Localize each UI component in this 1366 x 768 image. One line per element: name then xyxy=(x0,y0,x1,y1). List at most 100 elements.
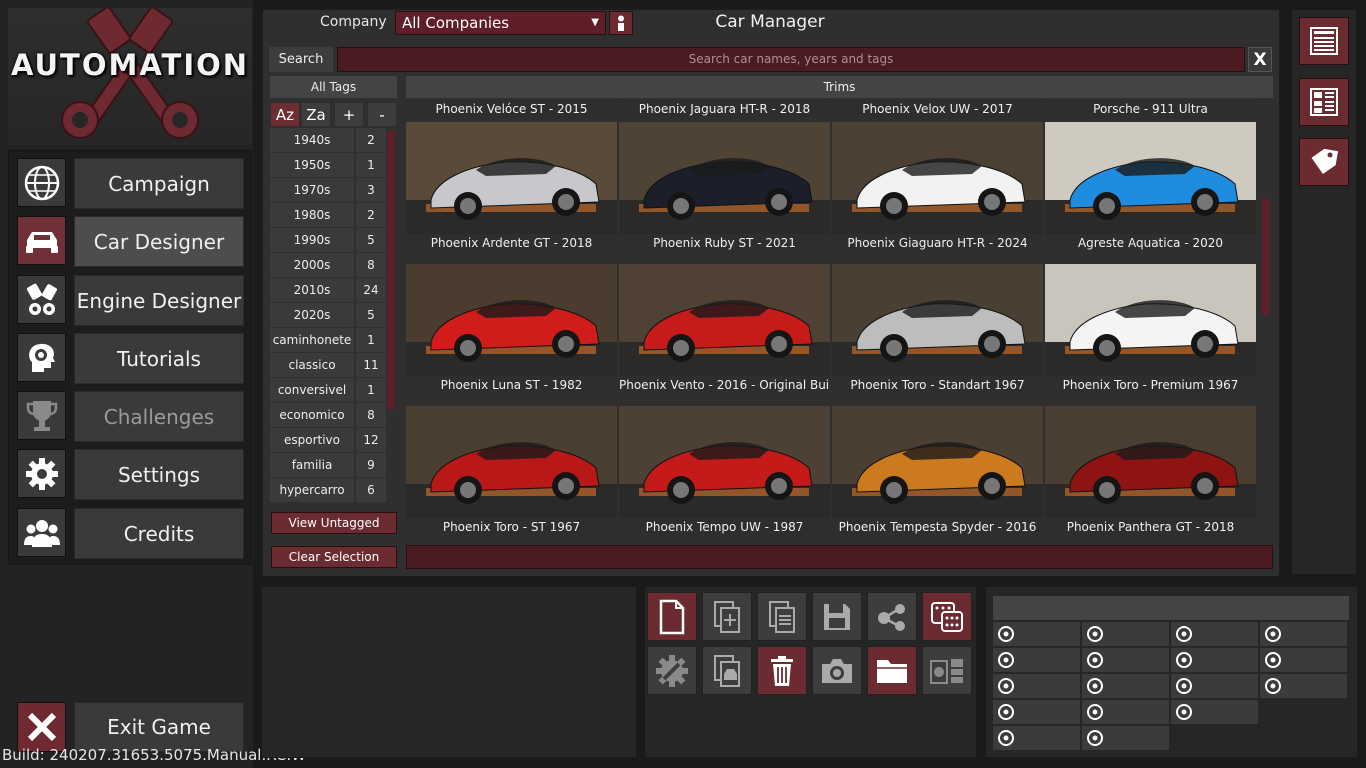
page-title: Car Manager xyxy=(715,12,825,32)
trim-label[interactable]: Phoenix Jaguara HT-R - 2018 xyxy=(619,100,830,118)
camera-icon[interactable] xyxy=(812,646,862,695)
car-tile[interactable]: Phoenix Vento - 2016 - Original Build xyxy=(619,264,830,394)
search-label: Search xyxy=(269,47,333,72)
detail-view-icon[interactable] xyxy=(1299,78,1349,126)
car-tile[interactable]: Phoenix Ardente GT - 2018 xyxy=(406,122,617,252)
company-dropdown-value: All Companies xyxy=(402,14,510,32)
company-dropdown[interactable]: All Companies ▼ xyxy=(395,11,606,35)
tag-row[interactable]: 1990s 5 xyxy=(270,228,386,252)
car-tile[interactable]: Phoenix Ruby ST - 2021 xyxy=(619,122,830,252)
tag-row[interactable]: caminhonete 1 xyxy=(270,328,386,352)
clear-selection-button[interactable]: Clear Selection xyxy=(271,546,397,568)
car-designer-button[interactable]: Car Designer xyxy=(74,216,244,267)
tag-name: economico xyxy=(270,403,354,427)
car-thumbnail xyxy=(619,406,830,520)
collapse-all-button[interactable]: - xyxy=(368,103,396,126)
search-clear-button[interactable]: X xyxy=(1248,47,1272,72)
car-name: Phoenix Toro - Premium 1967 xyxy=(1045,376,1256,394)
engine-icon[interactable] xyxy=(17,275,66,324)
tag-row[interactable]: 1940s 2 xyxy=(270,128,386,152)
tag-row[interactable]: 2020s 5 xyxy=(270,303,386,327)
tag-name: 1980s xyxy=(270,203,354,227)
tag-row[interactable]: classico 11 xyxy=(270,353,386,377)
tag-row[interactable]: hypercarro 6 xyxy=(270,478,386,502)
gear-icon[interactable] xyxy=(17,449,66,498)
tag-row[interactable]: 2010s 24 xyxy=(270,278,386,302)
people-icon[interactable] xyxy=(17,508,66,557)
export-icon[interactable] xyxy=(922,646,972,695)
new-file-icon[interactable] xyxy=(647,592,697,641)
tag-count: 3 xyxy=(356,178,386,202)
globe-icon[interactable] xyxy=(17,158,66,207)
search-input[interactable]: Search car names, years and tags xyxy=(337,47,1245,72)
dice-icon[interactable] xyxy=(922,592,972,641)
trim-description-field[interactable] xyxy=(406,545,1273,569)
exit-game-button[interactable]: Exit Game xyxy=(74,702,244,752)
duplicate-car-icon[interactable] xyxy=(702,646,752,695)
stats-header xyxy=(993,596,1349,620)
sort-az-button[interactable]: Az xyxy=(271,103,299,126)
save-icon[interactable] xyxy=(812,592,862,641)
person-card-icon xyxy=(1174,676,1194,696)
car-tile[interactable]: Phoenix Toro - Premium 1967 xyxy=(1045,264,1256,394)
car-thumbnail xyxy=(832,122,1043,236)
car-tile[interactable]: Phoenix Tempo UW - 1987 xyxy=(619,406,830,536)
tag-count: 1 xyxy=(356,153,386,177)
all-tags-header[interactable]: All Tags xyxy=(270,76,397,98)
stat-cell xyxy=(1082,674,1169,698)
tutorials-button[interactable]: Tutorials xyxy=(74,333,244,384)
trim-label[interactable]: Phoenix Velox UW - 2017 xyxy=(832,100,1043,118)
close-icon[interactable] xyxy=(17,702,66,752)
trophy-icon xyxy=(17,391,66,440)
expand-all-button[interactable]: + xyxy=(335,103,363,126)
car-tile[interactable]: Phoenix Toro - Standart 1967 xyxy=(832,264,1043,394)
tag-icon[interactable] xyxy=(1299,138,1349,186)
car-tile[interactable]: Phoenix Giaguaro HT-R - 2024 xyxy=(832,122,1043,252)
tag-row[interactable]: 2000s 8 xyxy=(270,253,386,277)
tag-row[interactable]: 1950s 1 xyxy=(270,153,386,177)
person-icon[interactable] xyxy=(609,11,633,35)
trim-label[interactable]: Phoenix Velóce ST - 2015 xyxy=(406,100,617,118)
trims-header: Trims xyxy=(406,76,1273,98)
stat-cell xyxy=(993,700,1080,724)
car-icon[interactable] xyxy=(17,216,66,265)
tag-row[interactable]: esportivo 12 xyxy=(270,428,386,452)
tag-row[interactable]: 1980s 2 xyxy=(270,203,386,227)
copy-icon[interactable] xyxy=(757,592,807,641)
view-untagged-button[interactable]: View Untagged xyxy=(271,512,397,534)
credits-button[interactable]: Credits xyxy=(74,508,244,559)
settings-button[interactable]: Settings xyxy=(74,449,244,500)
car-name: Phoenix Ardente GT - 2018 xyxy=(406,234,617,252)
car-tile[interactable]: Phoenix Tempesta Spyder - 2016 xyxy=(832,406,1043,536)
car-tile[interactable]: Phoenix Panthera GT - 2018 xyxy=(1045,406,1256,536)
steering-wheel-icon xyxy=(996,624,1016,644)
edit-icon[interactable] xyxy=(647,646,697,695)
car-name: Phoenix Luna ST - 1982 xyxy=(406,376,617,394)
cargo-truck-icon xyxy=(1085,650,1105,670)
share-icon[interactable] xyxy=(867,592,917,641)
tag-row[interactable]: economico 8 xyxy=(270,403,386,427)
car-tile[interactable]: Agreste Aquatica - 2020 xyxy=(1045,122,1256,252)
sort-za-button[interactable]: Za xyxy=(302,103,330,126)
tag-count: 2 xyxy=(356,203,386,227)
tag-list-scrollbar[interactable] xyxy=(387,130,395,410)
list-view-icon[interactable] xyxy=(1299,17,1349,65)
delete-icon[interactable] xyxy=(757,646,807,695)
trim-label[interactable]: Porsche - 911 Ultra xyxy=(1045,100,1256,118)
car-tile[interactable]: Phoenix Toro - ST 1967 xyxy=(406,406,617,536)
tag-row[interactable]: 1970s 3 xyxy=(270,178,386,202)
tag-row[interactable]: conversivel 1 xyxy=(270,378,386,402)
campaign-button[interactable]: Campaign xyxy=(74,158,244,209)
trims-scrollbar[interactable] xyxy=(1262,198,1269,316)
add-trim-icon[interactable] xyxy=(702,592,752,641)
engine-designer-button[interactable]: Engine Designer xyxy=(74,275,244,326)
tag-name: 2020s xyxy=(270,303,354,327)
car-name: Agreste Aquatica - 2020 xyxy=(1045,234,1256,252)
folder-icon[interactable] xyxy=(867,646,917,695)
stat-cell xyxy=(1082,726,1169,750)
tag-row[interactable]: familia 9 xyxy=(270,453,386,477)
car-tile[interactable]: Phoenix Luna ST - 1982 xyxy=(406,264,617,394)
tag-name: caminhonete xyxy=(270,328,354,352)
chevron-down-icon: ▼ xyxy=(591,17,599,28)
head-gear-icon[interactable] xyxy=(17,333,66,382)
